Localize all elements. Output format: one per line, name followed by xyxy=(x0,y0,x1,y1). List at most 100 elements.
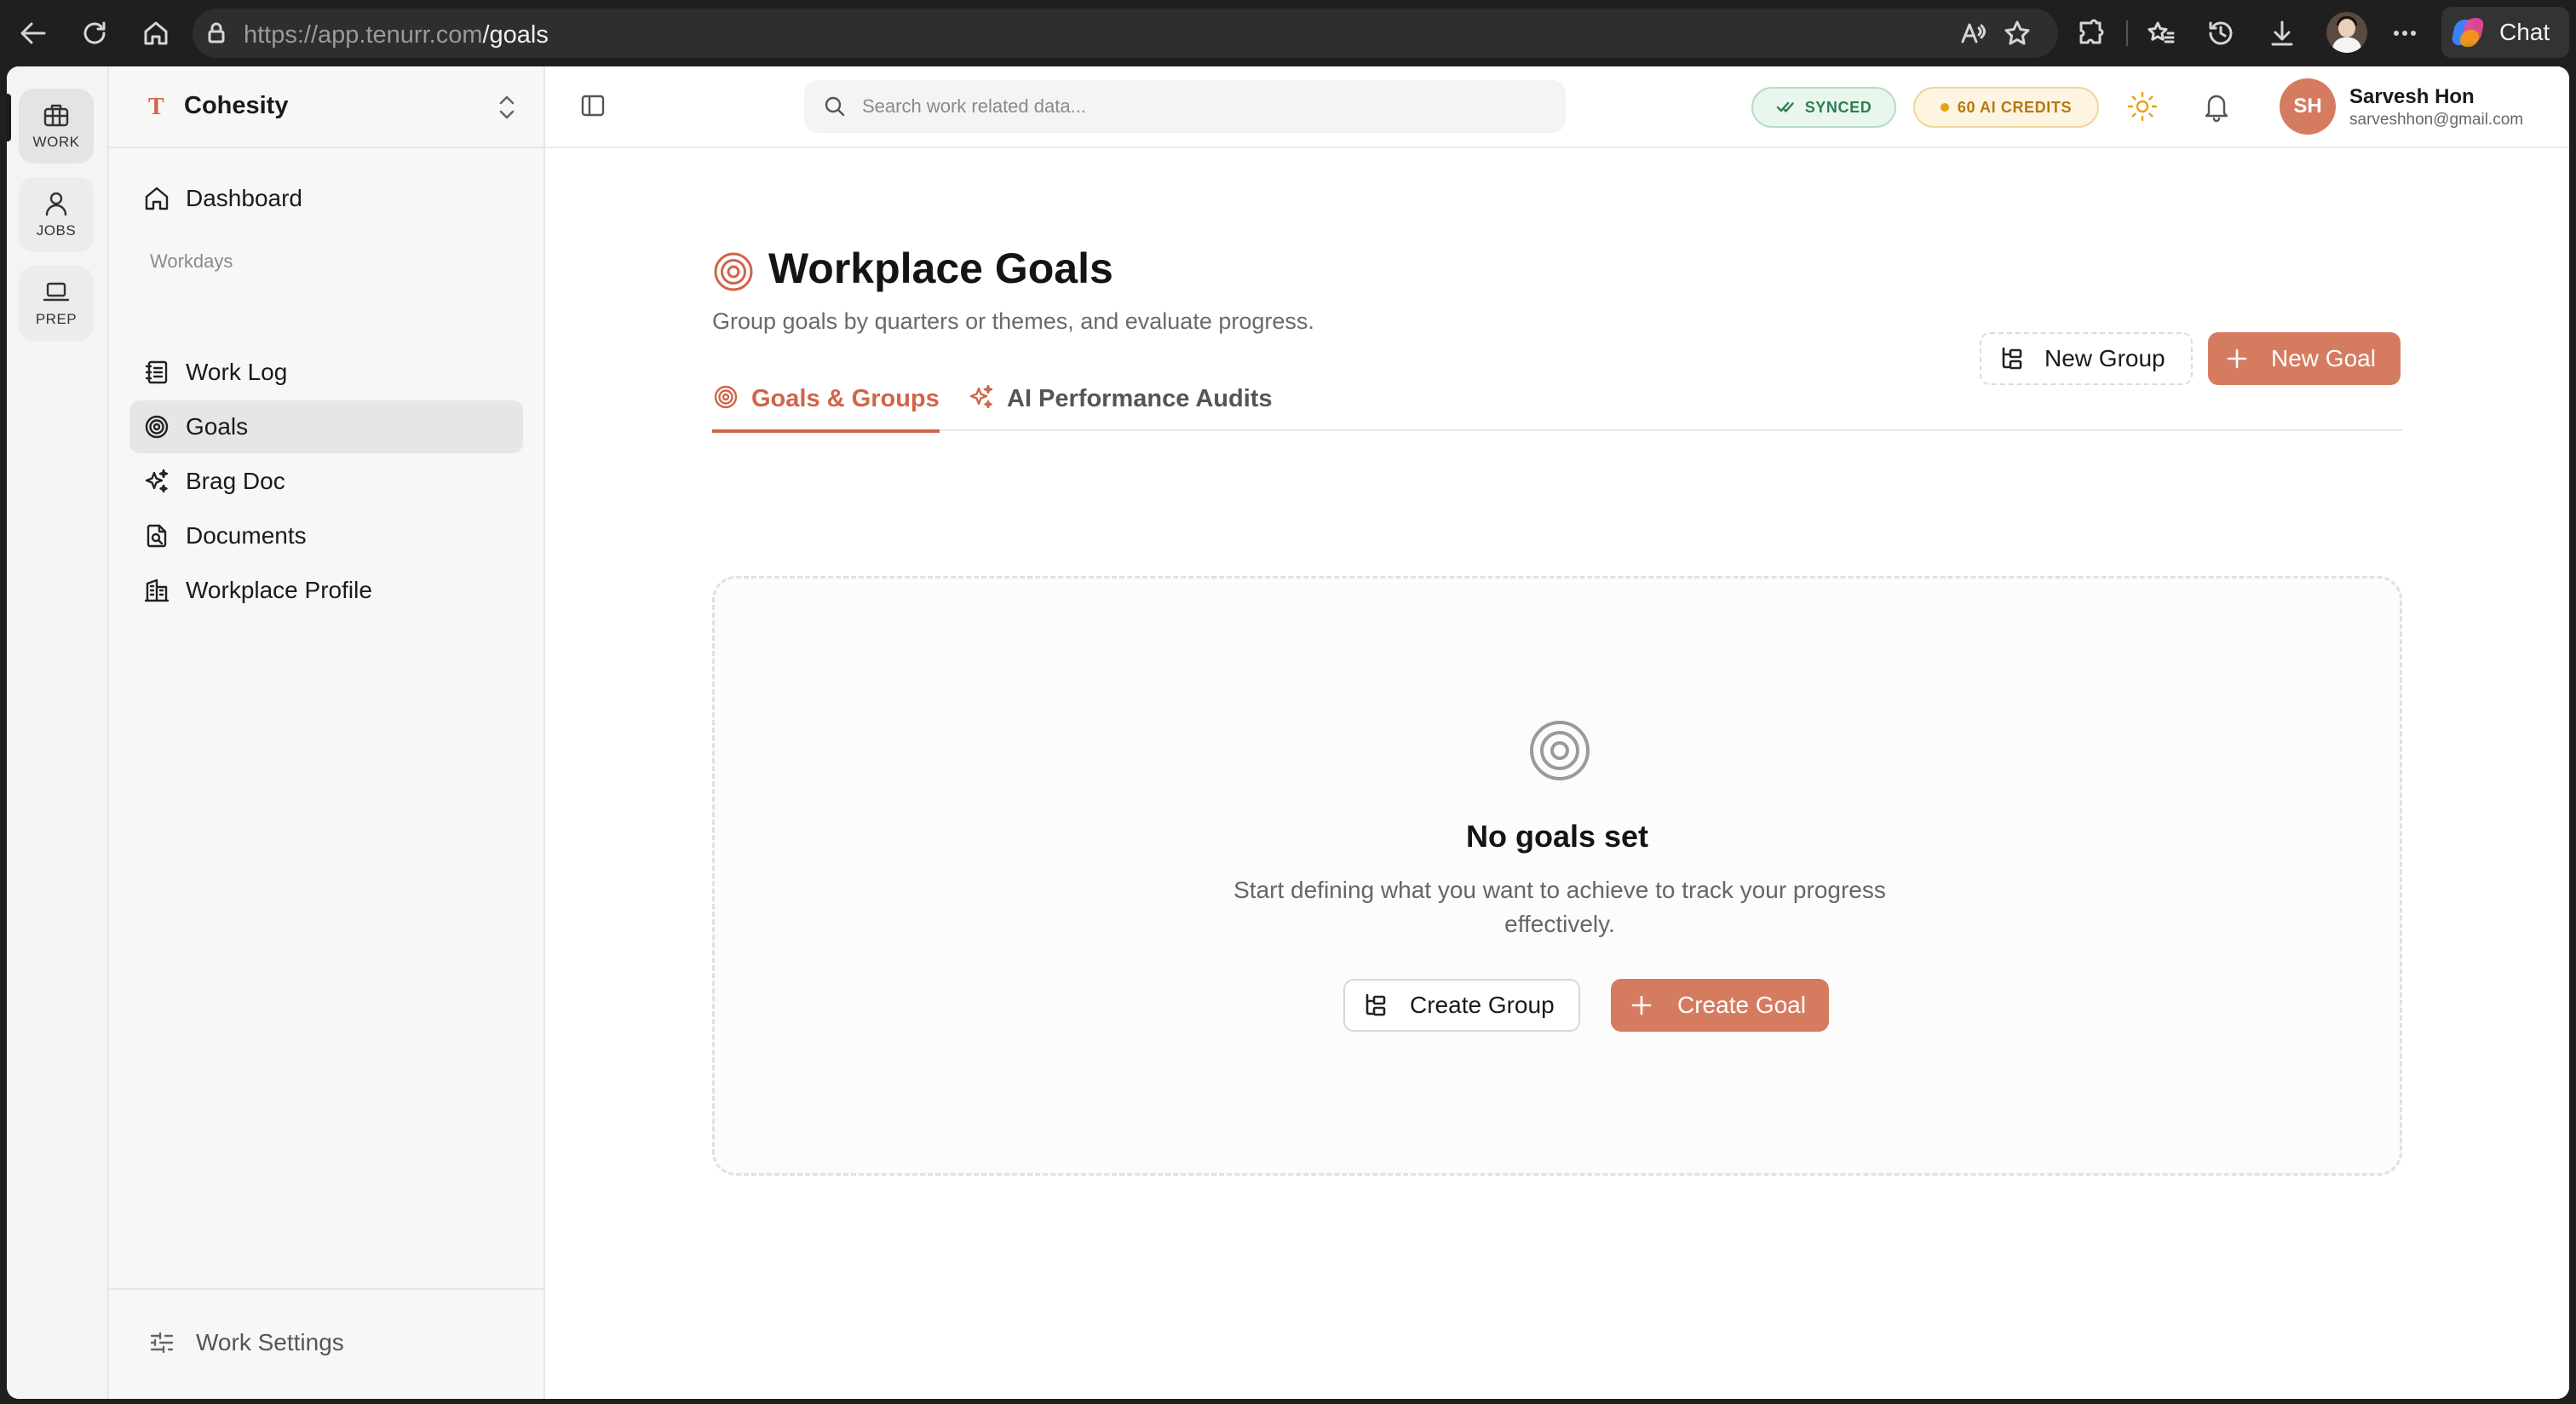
plus-icon xyxy=(1631,995,1652,1016)
new-goal-button[interactable]: New Goal xyxy=(2208,332,2401,385)
favorites-button[interactable] xyxy=(2142,14,2181,53)
sidebar-footer: Work Settings xyxy=(109,1288,543,1399)
rail-item-work[interactable]: WORK xyxy=(19,89,94,164)
sidebar-panel-icon xyxy=(581,95,605,117)
rail-active-marker xyxy=(7,94,11,141)
browser-toolbar: https://app.tenurr.com/goals Chat xyxy=(0,0,2576,66)
copilot-chat-button[interactable]: Chat xyxy=(2441,7,2569,58)
tab-goals-groups[interactable]: Goals & Groups xyxy=(712,383,940,433)
back-button[interactable] xyxy=(14,14,53,53)
history-button[interactable] xyxy=(2201,14,2240,53)
rail-label-prep: PREP xyxy=(35,311,78,327)
home-icon xyxy=(145,187,169,210)
ai-credits-badge[interactable]: 60 AI CREDITS xyxy=(1913,87,2099,128)
rail-label-work: WORK xyxy=(32,134,80,150)
building-icon xyxy=(144,578,170,602)
home-button[interactable] xyxy=(136,14,175,53)
extensions-button[interactable] xyxy=(2072,14,2111,53)
main-content: Workplace Goals Group goals by quarters … xyxy=(545,148,2569,1399)
top-bar: SYNCED 60 AI CREDITS SH Sarvesh Hon sarv… xyxy=(545,66,2569,148)
history-icon xyxy=(2209,21,2233,45)
sidebar-item-brag-doc[interactable]: Brag Doc xyxy=(129,455,523,508)
more-dots-icon xyxy=(2394,31,2416,36)
sidebar-item-work-log[interactable]: Work Log xyxy=(129,346,523,399)
sidebar-section-label: Workdays xyxy=(150,250,233,272)
person-icon xyxy=(45,192,67,216)
create-goal-label: Create Goal xyxy=(1677,992,1806,1018)
create-group-label: Create Group xyxy=(1410,992,1555,1018)
more-button[interactable] xyxy=(2385,14,2424,53)
module-rail: WORK JOBS PREP xyxy=(7,66,109,1399)
sidebar-item-label: Goals xyxy=(186,413,249,440)
folder-tree-icon xyxy=(1366,993,1386,1016)
sparkles-icon xyxy=(969,384,993,409)
puzzle-icon xyxy=(2079,19,2104,44)
org-switcher[interactable]: T Cohesity xyxy=(109,66,543,148)
new-group-button[interactable]: New Group xyxy=(1980,332,2193,385)
page-subtitle: Group goals by quarters or themes, and e… xyxy=(712,308,1314,334)
target-icon xyxy=(145,415,169,439)
download-icon xyxy=(2271,20,2293,46)
read-aloud-button[interactable] xyxy=(1956,16,1990,50)
org-name: Cohesity xyxy=(184,92,289,119)
tab-label: AI Performance Audits xyxy=(1007,385,1273,412)
new-group-label: New Group xyxy=(2044,345,2165,371)
target-icon xyxy=(1530,721,1590,780)
user-name: Sarvesh Hon xyxy=(2349,85,2475,108)
double-check-icon xyxy=(1776,101,1794,112)
rail-item-prep[interactable]: PREP xyxy=(19,266,94,341)
chat-label: Chat xyxy=(2499,19,2550,45)
search-bar[interactable] xyxy=(804,80,1566,133)
address-bar[interactable]: https://app.tenurr.com/goals xyxy=(193,9,2058,58)
search-icon xyxy=(825,96,845,117)
sidebar-item-workplace-profile[interactable]: Workplace Profile xyxy=(129,564,523,617)
reload-button[interactable] xyxy=(75,14,114,53)
profile-avatar[interactable] xyxy=(2326,12,2367,53)
empty-state-title: No goals set xyxy=(1465,819,1649,854)
sidebar-toggle-button[interactable] xyxy=(579,92,607,124)
notifications-button[interactable] xyxy=(2201,90,2232,127)
sidebar-item-label: Documents xyxy=(186,522,307,549)
user-email: sarveshhon@gmail.com xyxy=(2349,111,2524,129)
sidebar-item-dashboard[interactable]: Dashboard xyxy=(129,172,523,225)
avatar-body xyxy=(2332,37,2361,53)
tab-bar: Goals & Groups AI Performance Audits xyxy=(712,383,2402,433)
read-aloud-icon xyxy=(1961,23,1986,43)
user-avatar[interactable]: SH xyxy=(2280,78,2336,135)
laptop-icon xyxy=(43,282,70,302)
favorite-button[interactable] xyxy=(2000,16,2034,50)
theme-toggle-button[interactable] xyxy=(2126,90,2159,127)
work-settings-button[interactable]: Work Settings xyxy=(148,1329,344,1356)
sidebar-item-documents[interactable]: Documents xyxy=(129,509,523,562)
sidebar-item-label: Dashboard xyxy=(186,185,302,211)
empty-state: No goals set Start defining what you wan… xyxy=(712,576,2402,1176)
downloads-button[interactable] xyxy=(2263,14,2302,53)
folder-tree-icon xyxy=(2002,347,2022,370)
chevron-up-down-icon xyxy=(499,95,515,119)
lock-icon xyxy=(208,22,225,43)
credits-label: 60 AI CREDITS xyxy=(1957,98,2073,116)
reload-icon xyxy=(83,21,106,44)
search-input[interactable] xyxy=(862,95,1561,118)
create-goal-button[interactable]: Create Goal xyxy=(1611,979,1829,1032)
page-title: Workplace Goals xyxy=(768,245,1113,292)
synced-label: SYNCED xyxy=(1804,98,1872,116)
briefcase-icon xyxy=(43,104,69,127)
star-icon xyxy=(2004,20,2030,45)
app-window: WORK JOBS PREP T Cohesity Dashboard Work… xyxy=(7,66,2569,1399)
rail-label-jobs: JOBS xyxy=(36,222,77,239)
favorites-list-icon xyxy=(2148,21,2175,43)
back-arrow-icon xyxy=(20,22,46,44)
create-group-button[interactable]: Create Group xyxy=(1343,979,1580,1032)
sidebar-item-goals[interactable]: Goals xyxy=(129,400,523,453)
sidebar-item-label: Workplace Profile xyxy=(186,577,372,603)
work-settings-label: Work Settings xyxy=(196,1329,344,1355)
rail-item-jobs[interactable]: JOBS xyxy=(19,177,94,252)
tab-ai-performance-audits[interactable]: AI Performance Audits xyxy=(968,383,1273,431)
plus-icon xyxy=(2227,348,2247,369)
sun-icon xyxy=(2127,91,2158,122)
url-text: https://app.tenurr.com/goals xyxy=(244,21,549,49)
target-icon xyxy=(714,385,738,409)
sidebar-item-label: Brag Doc xyxy=(186,468,285,494)
tab-label: Goals & Groups xyxy=(751,385,940,412)
